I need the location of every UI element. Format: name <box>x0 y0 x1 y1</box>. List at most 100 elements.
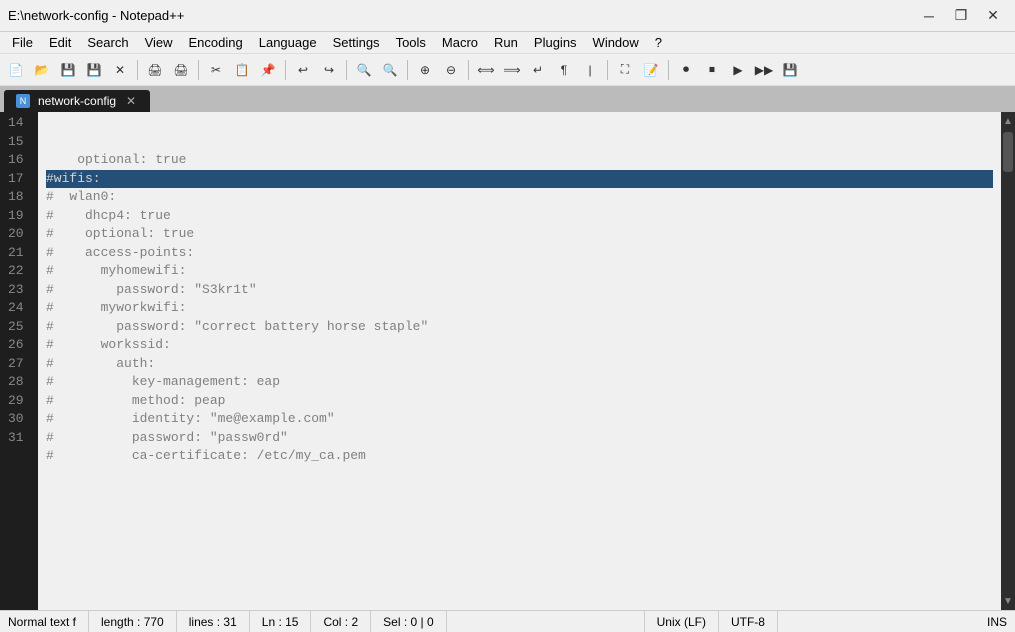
status-length: length : 770 <box>89 611 177 632</box>
paste-button[interactable]: 📌 <box>256 58 280 82</box>
toolbar-sep-5 <box>407 60 408 80</box>
code-line: # ca-certificate: /etc/my_ca.pem <box>46 447 993 466</box>
menu-window[interactable]: Window <box>585 33 647 52</box>
tab-close-button[interactable]: ✕ <box>124 94 138 108</box>
editor-wrapper: 141516171819202122232425262728293031 opt… <box>0 112 1015 610</box>
menu-file[interactable]: File <box>4 33 41 52</box>
menu-tools[interactable]: Tools <box>388 33 434 52</box>
zoom-out-button[interactable]: ⊖ <box>439 58 463 82</box>
code-line: # key-management: eap <box>46 373 993 392</box>
menu-macro[interactable]: Macro <box>434 33 486 52</box>
save-macro-button[interactable]: 💾 <box>778 58 802 82</box>
toolbar-sep-2 <box>198 60 199 80</box>
line-number: 26 <box>8 336 30 355</box>
status-lines: lines : 31 <box>177 611 250 632</box>
menu-help[interactable]: ? <box>647 33 670 52</box>
stop-macro-button[interactable]: ⏹ <box>700 58 724 82</box>
sync-v-scroll-button[interactable]: ⟺ <box>474 58 498 82</box>
print-button[interactable]: 🖨 <box>143 58 167 82</box>
line-number: 20 <box>8 225 30 244</box>
line-number: 16 <box>8 151 30 170</box>
menu-view[interactable]: View <box>137 33 181 52</box>
line-number: 31 <box>8 429 30 448</box>
code-line: # password: "passw0rd" <box>46 429 993 448</box>
title-bar: E:\network-config - Notepad++ ─ ❐ ✕ <box>0 0 1015 32</box>
indent-guide-button[interactable]: | <box>578 58 602 82</box>
cut-button[interactable]: ✂ <box>204 58 228 82</box>
open-button[interactable]: 📂 <box>30 58 54 82</box>
code-line: # dhcp4: true <box>46 207 993 226</box>
line-number: 22 <box>8 262 30 281</box>
menu-search[interactable]: Search <box>79 33 136 52</box>
code-line: # myworkwifi: <box>46 299 993 318</box>
menu-plugins[interactable]: Plugins <box>526 33 585 52</box>
window-title: E:\network-config - Notepad++ <box>8 8 184 23</box>
line-number: 18 <box>8 188 30 207</box>
line-numbers: 141516171819202122232425262728293031 <box>0 112 38 610</box>
code-line: # access-points: <box>46 244 993 263</box>
code-line: # myhomewifi: <box>46 262 993 281</box>
line-number: 23 <box>8 281 30 300</box>
record-macro-button[interactable]: ⏺ <box>674 58 698 82</box>
menu-bar: File Edit Search View Encoding Language … <box>0 32 1015 54</box>
line-number: 27 <box>8 355 30 374</box>
code-line: # password: "correct battery horse stapl… <box>46 318 993 337</box>
vertical-scrollbar[interactable]: ▲ ▼ <box>1001 112 1015 610</box>
copy-button[interactable]: 📋 <box>230 58 254 82</box>
line-number: 24 <box>8 299 30 318</box>
word-wrap-button[interactable]: ↵ <box>526 58 550 82</box>
all-chars-button[interactable]: ¶ <box>552 58 576 82</box>
tab-bar: N network-config ✕ <box>0 86 1015 112</box>
fullscreen-button[interactable]: ⛶ <box>613 58 637 82</box>
scroll-up-arrow[interactable]: ▲ <box>1001 114 1015 128</box>
code-line: # optional: true <box>46 225 993 244</box>
code-editor[interactable]: optional: true#wifis:# wlan0:# dhcp4: tr… <box>38 112 1001 610</box>
code-line: # wlan0: <box>46 188 993 207</box>
menu-settings[interactable]: Settings <box>325 33 388 52</box>
menu-encoding[interactable]: Encoding <box>181 33 251 52</box>
run-macro-button[interactable]: ▶▶ <box>752 58 776 82</box>
line-number: 29 <box>8 392 30 411</box>
save-button[interactable]: 💾 <box>56 58 80 82</box>
minimize-button[interactable]: ─ <box>915 6 943 26</box>
menu-language[interactable]: Language <box>251 33 325 52</box>
restore-button[interactable]: ❐ <box>947 6 975 26</box>
play-macro-button[interactable]: ▶ <box>726 58 750 82</box>
post-it-button[interactable]: 📝 <box>639 58 663 82</box>
status-insert-mode: INS <box>975 611 1007 632</box>
code-line: # auth: <box>46 355 993 374</box>
code-line: # identity: "me@example.com" <box>46 410 993 429</box>
line-number: 14 <box>8 114 30 133</box>
line-number: 30 <box>8 410 30 429</box>
scroll-thumb[interactable] <box>1003 132 1013 172</box>
editor-tab[interactable]: N network-config ✕ <box>4 90 150 112</box>
print-now-button[interactable]: 🖨 <box>169 58 193 82</box>
code-line: #wifis: <box>46 170 993 189</box>
close-doc-button[interactable]: ✕ <box>108 58 132 82</box>
code-line: # workssid: <box>46 336 993 355</box>
code-line: optional: true <box>46 151 993 170</box>
status-mode: Normal text f <box>8 611 89 632</box>
window-controls: ─ ❐ ✕ <box>915 6 1007 26</box>
toolbar-sep-1 <box>137 60 138 80</box>
close-button[interactable]: ✕ <box>979 6 1007 26</box>
menu-run[interactable]: Run <box>486 33 526 52</box>
line-number: 25 <box>8 318 30 337</box>
new-button[interactable]: 📄 <box>4 58 28 82</box>
find-button[interactable]: 🔍 <box>352 58 376 82</box>
code-line: # password: "S3kr1t" <box>46 281 993 300</box>
toolbar-sep-3 <box>285 60 286 80</box>
status-bar: Normal text f length : 770 lines : 31 Ln… <box>0 610 1015 632</box>
toolbar-sep-4 <box>346 60 347 80</box>
zoom-in-button[interactable]: ⊕ <box>413 58 437 82</box>
scroll-down-arrow[interactable]: ▼ <box>1001 594 1015 608</box>
tab-icon: N <box>16 94 30 108</box>
line-number: 17 <box>8 170 30 189</box>
sync-h-scroll-button[interactable]: ⟹ <box>500 58 524 82</box>
toolbar: 📄 📂 💾 💾 ✕ 🖨 🖨 ✂ 📋 📌 ↩ ↪ 🔍 🔍 ⊕ ⊖ ⟺ ⟹ ↵ ¶ … <box>0 54 1015 86</box>
find-replace-button[interactable]: 🔍 <box>378 58 402 82</box>
redo-button[interactable]: ↪ <box>317 58 341 82</box>
menu-edit[interactable]: Edit <box>41 33 79 52</box>
undo-button[interactable]: ↩ <box>291 58 315 82</box>
save-all-button[interactable]: 💾 <box>82 58 106 82</box>
